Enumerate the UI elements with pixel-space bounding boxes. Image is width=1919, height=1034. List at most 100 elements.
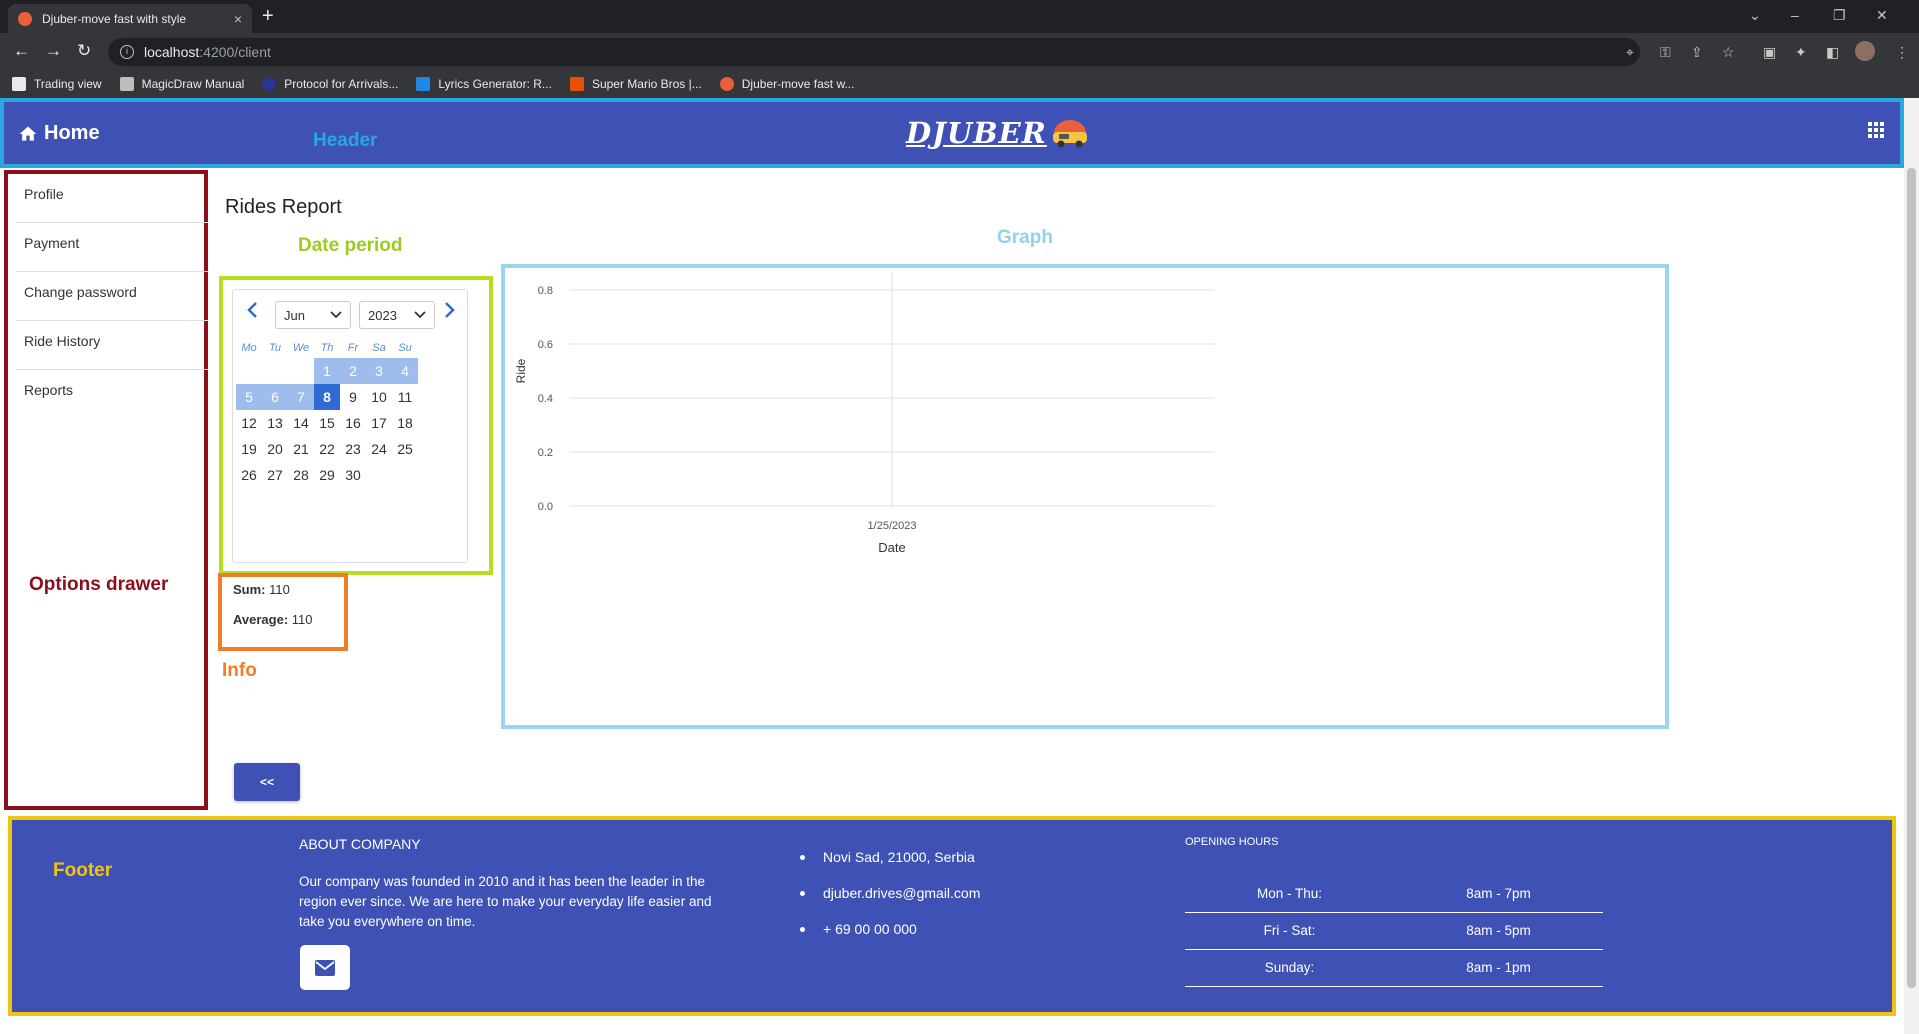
calendar-day[interactable]: 3 — [366, 358, 392, 384]
options-drawer: Profile Payment Change password Ride His… — [4, 170, 209, 810]
home-button[interactable]: Home — [18, 122, 100, 145]
new-tab-button[interactable]: + — [262, 5, 274, 27]
calendar-day[interactable]: 28 — [288, 462, 314, 488]
calendar-day[interactable]: 22 — [314, 436, 340, 462]
hours-day: Mon - Thu: — [1256, 886, 1323, 901]
profile-avatar[interactable] — [1855, 41, 1875, 61]
rides-chart: 0.00.20.40.60.81.01/25/2023DateRide — [514, 272, 1215, 555]
contact-address: Novi Sad, 21000, Serbia — [800, 849, 975, 865]
calendar-day[interactable]: 23 — [340, 436, 366, 462]
month-value: Jun — [284, 307, 305, 323]
x-tick-label: 1/25/2023 — [868, 520, 917, 532]
calendar-day[interactable]: 26 — [236, 462, 262, 488]
back-arrow-icon[interactable]: ← — [13, 40, 30, 62]
calendar-day[interactable]: 4 — [392, 358, 418, 384]
bookmark-item[interactable]: Djuber-move fast w... — [719, 77, 854, 91]
calendar-day[interactable]: 27 — [262, 462, 288, 488]
bookmark-star-icon[interactable]: ☆ — [1722, 44, 1735, 60]
drawer-item-payment[interactable]: Payment — [16, 223, 209, 272]
logo-text: DJUBER — [906, 116, 1047, 150]
minimize-icon[interactable]: – — [1791, 4, 1799, 26]
sum-label: Sum: — [233, 582, 266, 597]
calendar-day[interactable]: 20 — [262, 436, 288, 462]
back-button[interactable]: << — [234, 763, 300, 801]
hours-time: 8am - 5pm — [1466, 923, 1531, 938]
bookmark-item[interactable]: Lyrics Generator: R... — [416, 77, 552, 91]
lyrics-icon — [416, 77, 431, 91]
contact-email[interactable]: djuber.drives@gmail.com — [800, 885, 980, 901]
month-select[interactable]: Jun — [275, 301, 351, 329]
bookmark-item[interactable]: Super Mario Bros |... — [569, 77, 702, 91]
calendar-day[interactable]: 18 — [392, 410, 418, 436]
address-bar[interactable]: i localhost:4200/client — [108, 38, 1640, 66]
mario-icon — [569, 77, 584, 91]
calendar-day[interactable]: 2 — [340, 358, 366, 384]
location-icon[interactable]: ⌖ — [1626, 44, 1634, 60]
next-month-icon[interactable] — [439, 300, 459, 320]
drawer-item-change-password[interactable]: Change password — [16, 272, 209, 321]
date-range-calendar: Jun 2023 Mo Tu We Th Fr Sa Su 1 2 3 4 5 6 7 8 9 10 11 12 1… — [232, 289, 468, 563]
tab-search-icon[interactable]: ⌄ — [1749, 4, 1761, 26]
y-tick-label: 0.6 — [538, 339, 553, 351]
tradingview-icon — [12, 77, 26, 91]
calendar-day[interactable]: 13 — [262, 410, 288, 436]
calendar-day[interactable]: 24 — [366, 436, 392, 462]
calendar-day[interactable]: 15 — [314, 410, 340, 436]
site-favicon-icon — [18, 11, 32, 26]
chevron-down-icon — [330, 311, 342, 319]
side-panel-icon[interactable]: ◧ — [1826, 44, 1839, 60]
drawer-item-profile[interactable]: Profile — [16, 174, 209, 223]
calendar-day[interactable]: 10 — [366, 384, 392, 410]
chevron-down-icon — [414, 311, 426, 319]
calendar-day[interactable]: 17 — [366, 410, 392, 436]
drawer-item-reports[interactable]: Reports — [16, 370, 209, 419]
calendar-day[interactable]: 12 — [236, 410, 262, 436]
header-annotation: Header — [313, 130, 378, 151]
calendar-day[interactable]: 11 — [392, 384, 418, 410]
calendar-day[interactable]: 16 — [340, 410, 366, 436]
reload-icon[interactable]: ↻ — [77, 40, 91, 62]
calendar-day[interactable]: 21 — [288, 436, 314, 462]
djuber-logo[interactable]: DJUBER — [906, 116, 1089, 150]
calendar-day[interactable]: 1 — [314, 358, 340, 384]
hours-row: Sunday: 8am - 1pm — [1185, 950, 1603, 987]
info-annotation: Info — [222, 660, 257, 681]
calendar-day[interactable]: 7 — [288, 384, 314, 410]
prev-month-icon[interactable] — [243, 300, 263, 320]
average-label: Average: — [233, 612, 289, 627]
calendar-day[interactable]: 9 — [340, 384, 366, 410]
calendar-day[interactable]: 14 — [288, 410, 314, 436]
bookmark-item[interactable]: MagicDraw Manual — [119, 77, 244, 91]
average-value: 110 — [291, 612, 313, 627]
key-icon[interactable]: ⚿ — [1660, 44, 1671, 60]
puzzle-icon[interactable]: ✦ — [1795, 44, 1807, 60]
calendar-day[interactable]: 5 — [236, 384, 262, 410]
x-axis-label: Date — [878, 540, 905, 555]
site-info-icon[interactable]: i — [120, 45, 134, 59]
tab-close-icon[interactable]: × — [234, 11, 242, 27]
calendar-day[interactable]: 25 — [392, 436, 418, 462]
share-icon[interactable]: ⇪ — [1691, 44, 1703, 60]
calendar-day[interactable]: 30 — [340, 462, 366, 488]
calendar-day[interactable]: 8 — [314, 384, 340, 410]
menu-kebab-icon[interactable]: ⋮ — [1895, 44, 1909, 60]
close-window-icon[interactable]: ✕ — [1876, 4, 1888, 26]
tab-title: Djuber-move fast with style — [42, 11, 187, 26]
calendar-day[interactable]: 6 — [262, 384, 288, 410]
year-select[interactable]: 2023 — [359, 301, 435, 329]
bookmark-item[interactable]: Protocol for Arrivals... — [262, 77, 398, 91]
hours-row: Mon - Thu: 8am - 7pm — [1185, 876, 1603, 913]
calendar-day[interactable]: 29 — [314, 462, 340, 488]
extension-icon[interactable]: ▣ — [1763, 44, 1776, 60]
calendar-day[interactable]: 19 — [236, 436, 262, 462]
restore-icon[interactable]: ❐ — [1833, 4, 1846, 26]
page-bottom-strip — [0, 1016, 1904, 1034]
bullet-icon — [800, 854, 805, 860]
forward-arrow-icon[interactable]: → — [45, 40, 62, 62]
scrollbar-thumb[interactable] — [1907, 168, 1916, 988]
email-button[interactable] — [300, 945, 350, 990]
drawer-item-ride-history[interactable]: Ride History — [16, 321, 209, 370]
browser-tab[interactable]: Djuber-move fast with style × — [8, 4, 252, 33]
bookmark-item[interactable]: Trading view — [12, 77, 102, 91]
apps-grid-icon[interactable] — [1866, 120, 1886, 140]
